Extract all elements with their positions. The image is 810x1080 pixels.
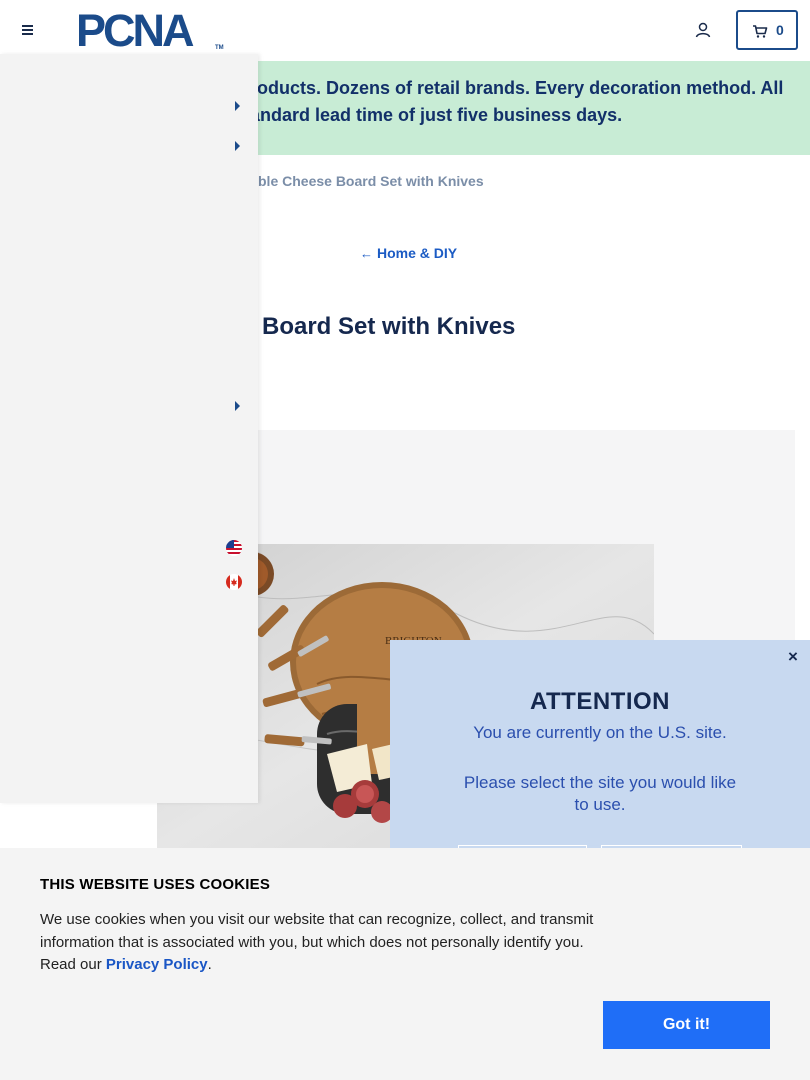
arrow-left-icon: ← [360, 246, 373, 261]
cookie-body-end: . [207, 956, 212, 973]
close-icon[interactable]: × [785, 648, 801, 666]
caret-right-icon[interactable] [235, 141, 240, 151]
pcna-logo[interactable]: PCNA TM [76, 10, 224, 50]
modal-current-site-text: You are currently on the U.S. site. [473, 723, 727, 742]
modal-select-site-text: Please select the site you would like to… [463, 773, 737, 814]
cart-count: 0 [776, 22, 784, 38]
promo-line-1: roducts. Dozens of retail brands. Every … [250, 78, 784, 98]
accept-cookies-button[interactable]: Got it! [603, 1001, 770, 1049]
product-title: Board Set with Knives [262, 313, 516, 340]
back-link-label: Home & DIY [377, 245, 458, 261]
modal-title: ATTENTION [529, 688, 671, 715]
site-header: PCNA TM 0 [0, 0, 810, 61]
side-nav-drawer [0, 54, 258, 803]
cart-button[interactable]: 0 [736, 10, 798, 50]
site-selection-modal [390, 640, 810, 855]
caret-right-icon[interactable] [235, 401, 240, 411]
cookie-body: We use cookies when you visit our websit… [40, 909, 605, 977]
cookie-title: THIS WEBSITE USES COOKIES [40, 876, 271, 893]
canada-flag-icon[interactable] [226, 574, 242, 590]
hamburger-menu-icon[interactable] [20, 22, 36, 38]
back-to-category-link[interactable]: ← Home & DIY [360, 245, 457, 261]
account-icon[interactable] [694, 21, 712, 39]
logo-trademark: TM [215, 45, 224, 50]
us-flag-icon[interactable] [226, 540, 242, 556]
breadcrumb[interactable]: ble Cheese Board Set with Knives [258, 173, 484, 189]
gallery-thumb-area [15, 798, 157, 848]
logo-text: PCNA [76, 10, 194, 50]
caret-right-icon[interactable] [235, 101, 240, 111]
privacy-policy-link[interactable]: Privacy Policy [106, 956, 208, 973]
promo-line-2: andard lead time of just five business d… [250, 105, 623, 125]
cart-icon [753, 25, 768, 38]
